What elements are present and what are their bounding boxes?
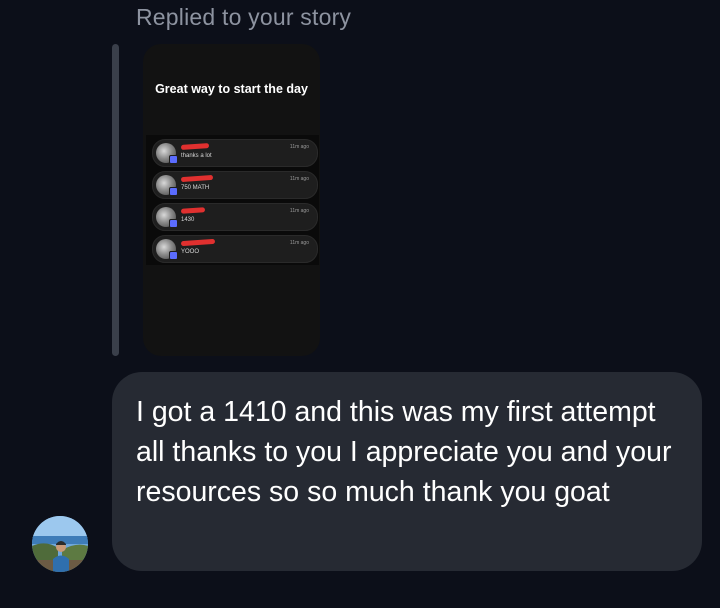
story-title: Great way to start the day — [155, 82, 308, 96]
redacted-username — [180, 207, 206, 214]
reply-indicator-bar — [112, 44, 119, 356]
reply-text: YOOO — [181, 249, 200, 255]
redacted-username — [180, 143, 210, 150]
reply-text: 1430 — [181, 217, 195, 223]
sender-avatar[interactable] — [32, 516, 88, 572]
story-preview[interactable]: Great way to start the day thanks a lot … — [143, 44, 320, 356]
story-reply-row: 750 MATH 11m ago — [152, 171, 318, 199]
badge-icon — [169, 251, 178, 260]
story-reply-row: 1430 11m ago — [152, 203, 318, 231]
reply-text: thanks a lot — [181, 153, 212, 159]
redacted-username — [180, 238, 216, 247]
dm-thread: Replied to your story Great way to start… — [0, 0, 720, 608]
reply-time: 11m ago — [289, 208, 309, 214]
reply-time: 11m ago — [289, 176, 309, 182]
reply-time: 11m ago — [289, 144, 309, 150]
badge-icon — [169, 219, 178, 228]
redacted-username — [180, 174, 214, 183]
message-text: I got a 1410 and this was my first attem… — [136, 396, 672, 508]
reply-time: 11m ago — [289, 240, 309, 246]
replied-to-story-label: Replied to your story — [136, 4, 352, 30]
message-bubble[interactable]: I got a 1410 and this was my first attem… — [112, 372, 702, 571]
story-reply-row: thanks a lot 11m ago — [152, 139, 318, 167]
story-replies-panel: thanks a lot 11m ago 750 MATH 11m ago 14… — [146, 135, 319, 265]
story-reply-row: YOOO 11m ago — [152, 235, 318, 263]
badge-icon — [169, 187, 178, 196]
profile-photo-icon — [32, 516, 88, 572]
reply-text: 750 MATH — [181, 185, 210, 191]
badge-icon — [169, 155, 178, 164]
